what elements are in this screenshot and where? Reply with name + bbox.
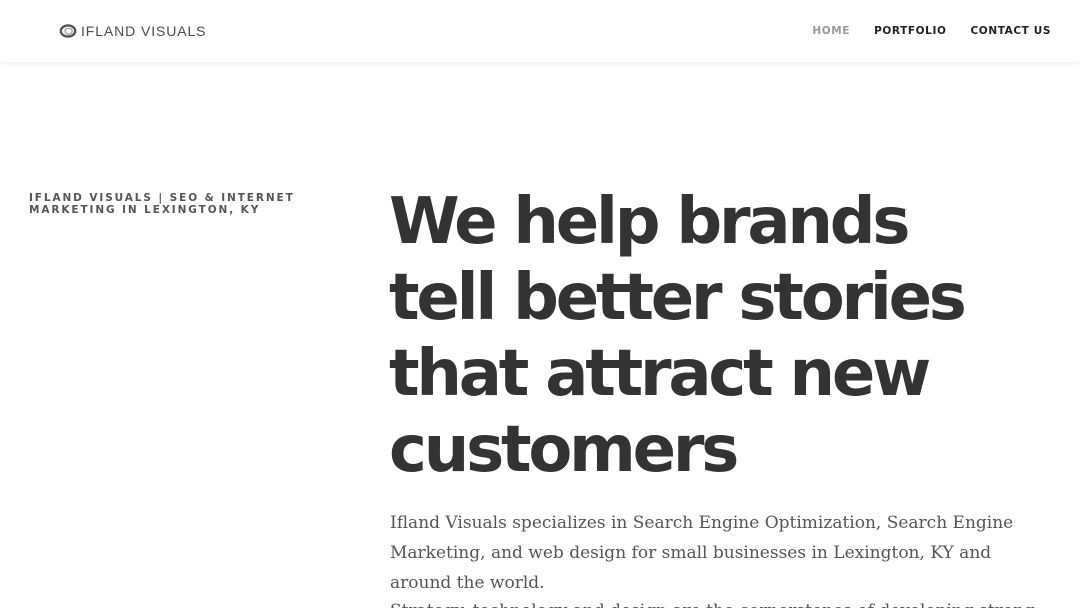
hero-title: We help brands tell better stories that … bbox=[389, 185, 967, 487]
hero-description: Ifland Visuals specializes in Search Eng… bbox=[390, 513, 1014, 593]
hero-description-continued: Strategy, technology and design are the … bbox=[390, 596, 1040, 608]
nav-portfolio[interactable]: PORTFOLIO bbox=[874, 24, 946, 38]
main-nav: HOME PORTFOLIO CONTACT US bbox=[788, 24, 1051, 38]
site-logo[interactable]: IFLAND VISUALS bbox=[59, 23, 206, 39]
hero-eyebrow: IFLAND VISUALS | SEO & INTERNET MARKETIN… bbox=[29, 192, 295, 216]
ring-logo-icon bbox=[59, 24, 77, 38]
nav-contact-us[interactable]: CONTACT US bbox=[970, 24, 1051, 38]
site-header: IFLAND VISUALS HOME PORTFOLIO CONTACT US bbox=[0, 0, 1080, 62]
logo-text: IFLAND VISUALS bbox=[81, 23, 207, 39]
nav-home[interactable]: HOME bbox=[812, 24, 850, 38]
